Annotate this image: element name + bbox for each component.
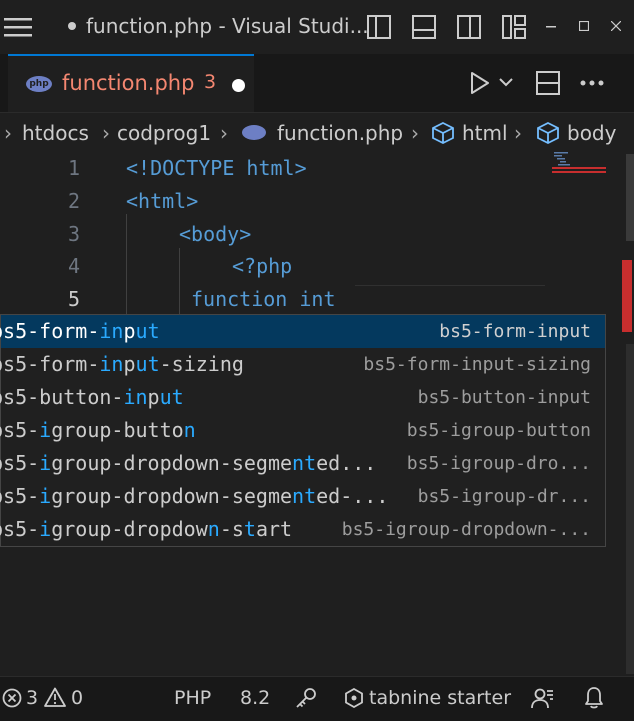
tab-function-php[interactable]: php function.php 3 — [8, 54, 254, 112]
error-icon[interactable] — [2, 688, 22, 708]
tabnine-icon — [345, 688, 363, 708]
suggestion-item[interactable]: bs5-igroup-dropdown-segmented... bs5-igr… — [0, 447, 605, 480]
key-icon[interactable] — [295, 687, 317, 709]
menu-icon[interactable] — [4, 16, 32, 38]
minimize-icon[interactable] — [546, 26, 556, 28]
toggle-panel-icon[interactable] — [412, 15, 436, 39]
tabnine-status[interactable]: tabnine starter — [369, 687, 511, 709]
chevron-down-icon[interactable] — [499, 78, 513, 87]
error-count[interactable]: 3 — [26, 687, 38, 709]
breadcrumb-item-html[interactable]: html — [462, 121, 508, 145]
suggestion-item[interactable]: bs5-form-input bs5-form-input — [0, 315, 605, 348]
suggestion-item[interactable]: bs5-form-input-sizing bs5-form-input-siz… — [0, 348, 605, 381]
code-line-1: <!DOCTYPE html> — [126, 156, 307, 180]
breadcrumb: › htdocs › codprog1 › function.php › htm… — [0, 112, 634, 154]
breadcrumb-item-body[interactable]: body — [567, 121, 616, 145]
window-title-text: function.php - Visual Studi... — [86, 14, 369, 38]
bell-icon[interactable] — [584, 686, 604, 710]
suggestion-label: bs5-igroup-dropdown-segmented-... — [0, 484, 389, 508]
chevron-right-icon: › — [220, 121, 228, 145]
unsaved-indicator-icon[interactable] — [232, 79, 245, 92]
suggestion-detail: bs5-button-input — [417, 387, 591, 408]
suggestion-detail: bs5-igroup-dr... — [417, 486, 591, 507]
suggestion-label: bs5-igroup-button — [0, 418, 196, 442]
php-file-icon: php — [26, 76, 52, 92]
chevron-right-icon: › — [102, 121, 110, 145]
scrollbar-track — [626, 344, 634, 674]
line-number-active: 5 — [67, 287, 80, 311]
line-number: 2 — [67, 189, 80, 213]
maximize-icon[interactable] — [579, 21, 589, 31]
html-element-icon — [432, 122, 454, 144]
current-line-highlight — [355, 285, 545, 286]
language-mode[interactable]: PHP — [174, 687, 211, 709]
breadcrumb-item-function-php[interactable]: function.php — [277, 121, 403, 145]
run-icon[interactable] — [470, 72, 490, 94]
php-version[interactable]: 8.2 — [240, 687, 270, 709]
tab-problem-count: 3 — [204, 71, 217, 93]
customize-layout-icon[interactable] — [502, 15, 526, 39]
editor-tab-bar: php function.php 3 — [0, 54, 634, 113]
chevron-right-icon: › — [4, 121, 12, 145]
suggestion-detail: bs5-igroup-button — [406, 420, 591, 441]
suggestion-detail: bs5-igroup-dro... — [406, 453, 591, 474]
close-icon[interactable] — [611, 21, 621, 31]
line-number: 1 — [67, 156, 80, 180]
tab-label: function.php — [62, 71, 195, 95]
code-line-5: function int — [191, 287, 336, 311]
code-line-3: <body> — [179, 222, 252, 246]
window-title: function.php - Visual Studi... — [68, 14, 369, 38]
breadcrumb-item-codprog1[interactable]: codprog1 — [117, 121, 211, 145]
warning-icon[interactable] — [44, 687, 66, 707]
line-number: 3 — [67, 222, 80, 246]
vertical-scrollbar[interactable] — [622, 154, 634, 674]
breadcrumb-item-htdocs[interactable]: htdocs — [22, 121, 89, 145]
more-actions-icon[interactable] — [580, 80, 604, 86]
suggestion-label: bs5-form-input-sizing — [0, 352, 244, 376]
chevron-right-icon: › — [514, 121, 522, 145]
line-number: 4 — [67, 254, 80, 278]
minimap[interactable] — [552, 150, 608, 230]
suggestion-label: bs5-button-input — [0, 385, 184, 409]
suggestion-detail: bs5-igroup-dropdown-... — [341, 519, 591, 540]
warning-count[interactable]: 0 — [71, 687, 83, 709]
suggestion-label: bs5-form-input — [0, 319, 160, 343]
accounts-icon[interactable] — [531, 687, 555, 709]
body-element-icon — [537, 122, 559, 144]
suggestion-item[interactable]: bs5-igroup-dropdown-segmented-... bs5-ig… — [0, 480, 605, 513]
suggestion-widget[interactable]: bs5-form-input bs5-form-input bs5-form-i… — [0, 314, 606, 547]
status-bar: 3 0 PHP 8.2 tabnine starter — [0, 676, 634, 721]
suggestion-detail: bs5-form-input-sizing — [363, 354, 591, 375]
code-line-4: <?php — [232, 254, 293, 278]
php-file-icon — [242, 125, 266, 140]
code-line-2: <html> — [126, 189, 199, 213]
suggestion-item[interactable]: bs5-button-input bs5-button-input — [0, 381, 605, 414]
chevron-right-icon: › — [411, 121, 419, 145]
unsaved-dot-icon — [68, 21, 76, 30]
split-editor-icon[interactable] — [536, 71, 560, 95]
suggestion-label: bs5-igroup-dropdown-start — [0, 517, 293, 541]
scrollbar-track — [626, 154, 634, 241]
suggestion-item[interactable]: bs5-igroup-dropdown-start bs5-igroup-dro… — [0, 513, 605, 546]
suggestion-detail: bs5-form-input — [439, 321, 591, 342]
toggle-primary-sidebar-icon[interactable] — [367, 15, 391, 39]
suggestion-label: bs5-igroup-dropdown-segmented... — [0, 451, 377, 475]
title-bar: function.php - Visual Studi... — [0, 0, 634, 54]
toggle-secondary-sidebar-icon[interactable] — [457, 15, 481, 39]
error-marker — [622, 260, 632, 332]
suggestion-item[interactable]: bs5-igroup-button bs5-igroup-button — [0, 414, 605, 447]
